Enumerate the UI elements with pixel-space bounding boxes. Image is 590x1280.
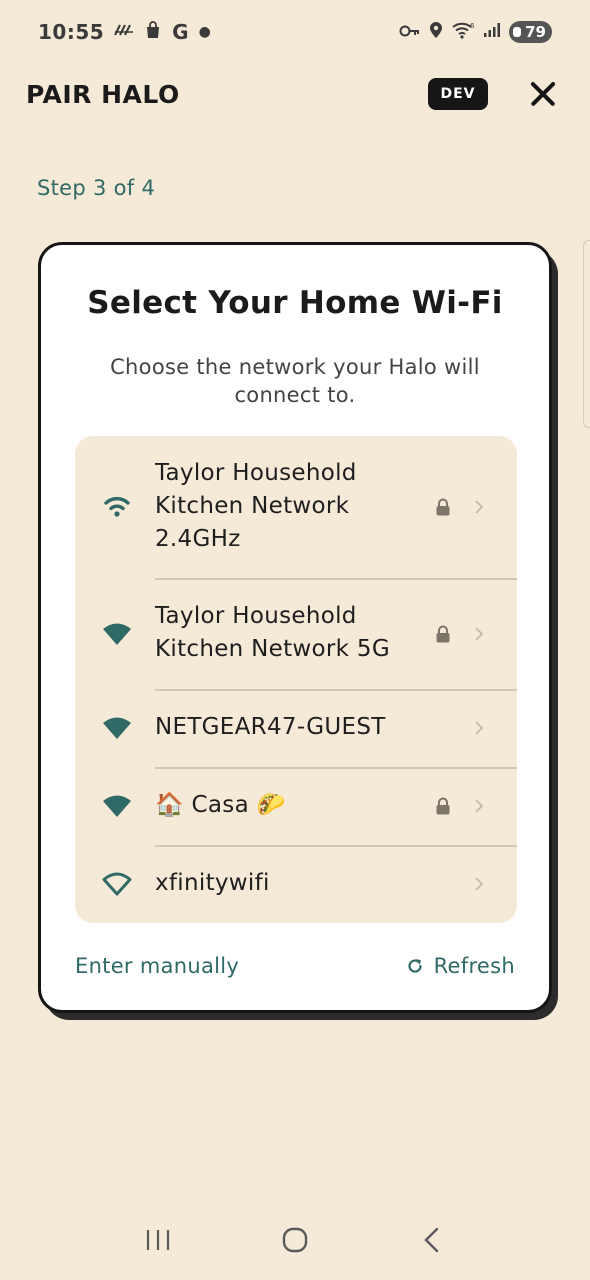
wifi-6-icon: 6 — [451, 21, 475, 43]
refresh-button[interactable]: Refresh — [406, 954, 515, 978]
wifi-medium-icon — [104, 496, 130, 517]
back-icon[interactable] — [407, 1215, 457, 1265]
status-time: 10:55 — [38, 20, 105, 44]
recents-icon[interactable] — [133, 1215, 183, 1265]
lock-icon — [436, 498, 450, 516]
card-title: Select Your Home Wi-Fi — [87, 285, 503, 321]
chevron-right-icon — [475, 721, 484, 735]
network-item[interactable]: NETGEAR47-GUEST — [75, 689, 517, 767]
activity-icon — [114, 22, 134, 42]
system-nav-bar — [0, 1200, 590, 1280]
status-bar: 10:55 G ● 6 79 — [0, 0, 590, 64]
card-footer: Enter manually Refresh — [75, 950, 515, 982]
wifi-full-icon — [103, 795, 131, 817]
key-icon — [399, 23, 421, 42]
google-icon: G — [172, 20, 189, 44]
dot-icon: ● — [198, 24, 211, 40]
app-header: PAIR HALO DEV — [26, 70, 558, 118]
step-indicator: Step 3 of 4 — [37, 176, 156, 200]
network-item[interactable]: Taylor Household Kitchen Network 5G — [75, 578, 517, 689]
network-list: Taylor Household Kitchen Network 2.4GHz … — [75, 436, 517, 923]
lock-icon — [436, 797, 450, 815]
battery-indicator: 79 — [509, 21, 552, 43]
signal-icon — [483, 22, 501, 42]
network-item[interactable]: 🏠 Casa 🌮 — [75, 767, 517, 845]
network-name: xfinitywifi — [155, 870, 270, 896]
network-item[interactable]: Taylor Household Kitchen Network 2.4GHz — [75, 436, 517, 578]
close-icon[interactable] — [528, 79, 558, 109]
network-name: 🏠 Casa 🌮 — [155, 792, 286, 818]
refresh-icon — [408, 959, 422, 973]
enter-manually-link[interactable]: Enter manually — [75, 954, 239, 978]
scroll-indicator — [583, 240, 590, 428]
shopping-bag-icon — [144, 20, 162, 44]
enter-manually-label: Enter manually — [75, 954, 240, 978]
card-subtitle: Choose the network your Halo will connec… — [110, 355, 480, 407]
network-name: NETGEAR47-GUEST — [155, 714, 386, 740]
dev-badge: DEV — [428, 78, 488, 110]
screen: 10:55 G ● 6 79 PAIR HALO DEV Step 3 of 4… — [0, 0, 590, 1280]
network-item[interactable]: xfinitywifi — [75, 845, 517, 923]
network-name: Taylor Household Kitchen Network 2.4GHz — [155, 460, 357, 552]
chevron-right-icon — [475, 799, 484, 813]
wifi-full-icon — [103, 717, 131, 739]
wifi-full-icon — [103, 623, 131, 645]
page-title: PAIR HALO — [26, 79, 180, 109]
svg-text:6: 6 — [470, 22, 475, 30]
chevron-right-icon — [475, 627, 484, 641]
refresh-label: Refresh — [433, 954, 515, 978]
chevron-right-icon — [475, 500, 484, 514]
location-icon — [429, 21, 443, 43]
lock-icon — [436, 625, 450, 643]
wifi-outline-icon — [102, 872, 132, 896]
chevron-right-icon — [475, 877, 484, 891]
wifi-select-card: Select Your Home Wi-Fi Choose the networ… — [38, 242, 552, 1013]
network-name: Taylor Household Kitchen Network 5G — [155, 603, 390, 662]
home-icon[interactable] — [270, 1215, 320, 1265]
